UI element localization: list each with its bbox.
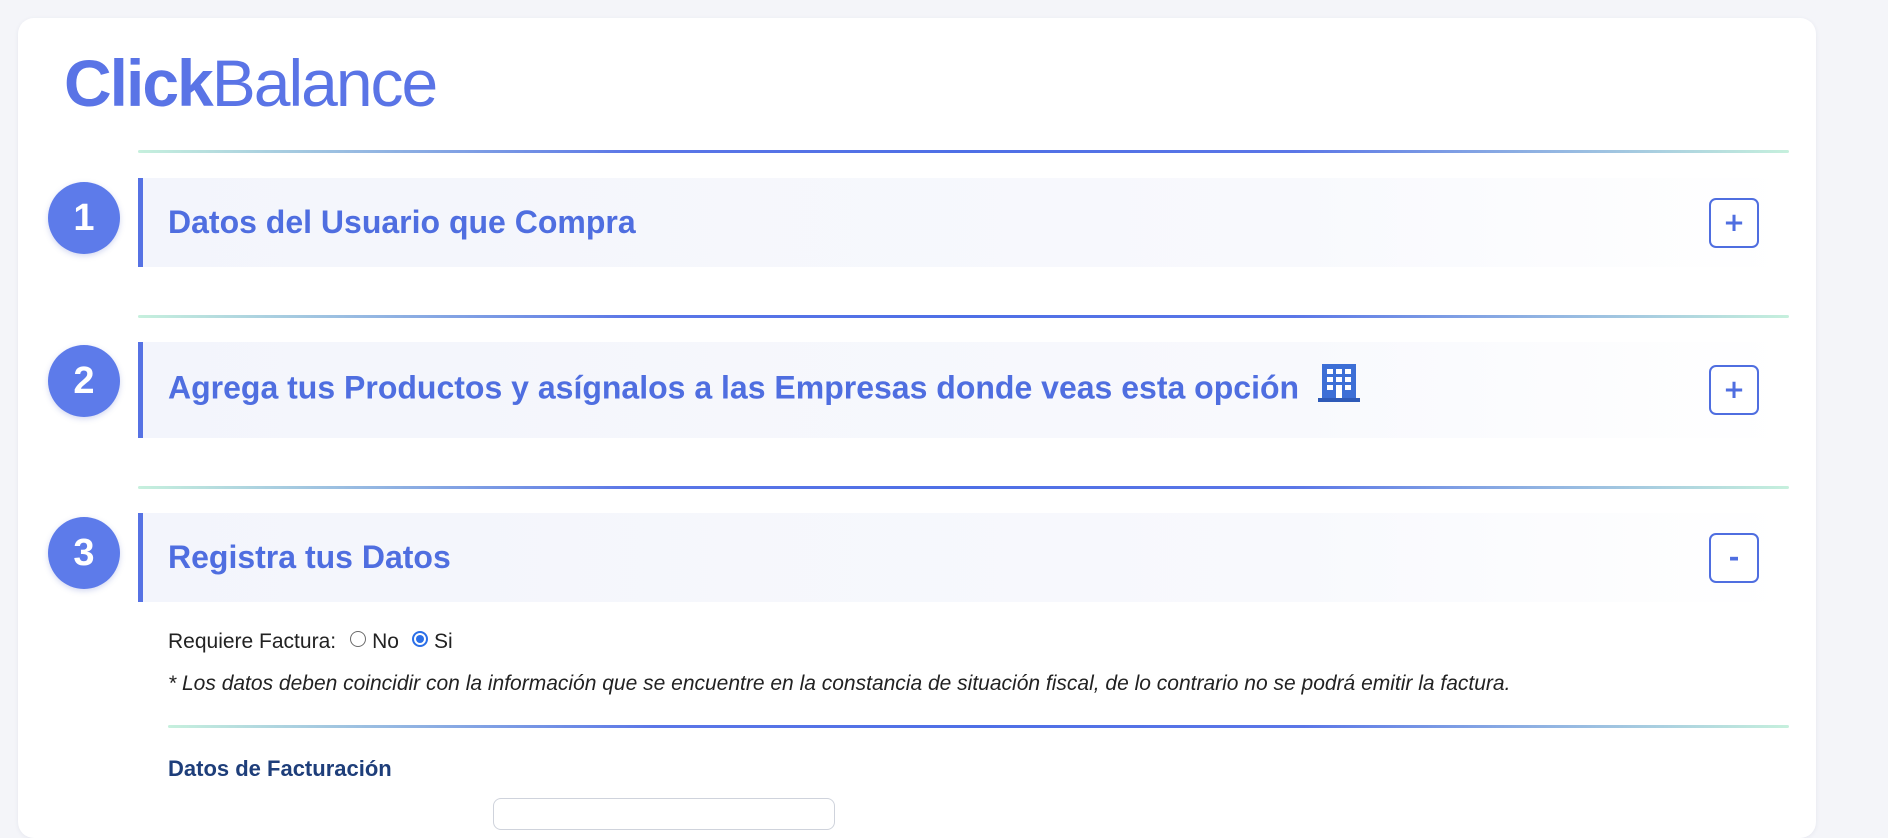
section-title: Registra tus Datos xyxy=(168,539,451,575)
section-title: Agrega tus Productos y asígnalos a las E… xyxy=(168,363,1362,414)
section-header-register-data[interactable]: Registra tus Datos - xyxy=(138,513,1788,602)
invoice-yes-radio[interactable] xyxy=(411,631,428,647)
billing-input-field[interactable] xyxy=(493,798,835,830)
expand-button[interactable]: + xyxy=(1709,197,1759,248)
section-header-products[interactable]: Agrega tus Productos y asígnalos a las E… xyxy=(138,342,1788,438)
logo-bold-text: Click xyxy=(64,46,214,120)
invoice-yes-label[interactable]: Si xyxy=(434,630,453,654)
fiscal-data-note: * Los datos deben coincidir con la infor… xyxy=(168,672,1511,695)
expand-button[interactable]: + xyxy=(1709,365,1759,415)
building-icon xyxy=(1316,363,1362,411)
clickbalance-logo: ClickBalance xyxy=(64,50,438,116)
section-title: Datos del Usuario que Compra xyxy=(168,204,636,240)
requires-invoice-row: Requiere Factura: No Si xyxy=(168,630,466,654)
step-number-3: 3 xyxy=(48,517,120,589)
section-divider xyxy=(138,150,1789,153)
section-divider xyxy=(138,315,1789,318)
invoice-no-label[interactable]: No xyxy=(372,630,399,654)
section-title-text: Agrega tus Productos y asígnalos a las E… xyxy=(168,369,1300,406)
logo-light-text: Balance xyxy=(211,46,439,120)
invoice-no-radio[interactable] xyxy=(350,631,367,647)
step-number-1: 1 xyxy=(48,182,120,254)
billing-divider xyxy=(168,725,1789,728)
section-divider xyxy=(138,486,1789,489)
section-header-user-data[interactable]: Datos del Usuario que Compra + xyxy=(138,178,1788,267)
page-gutter xyxy=(1828,0,1888,804)
step-number-2: 2 xyxy=(48,345,120,417)
requires-invoice-label: Requiere Factura: xyxy=(168,630,337,653)
billing-data-heading: Datos de Facturación xyxy=(168,756,392,781)
collapse-button[interactable]: - xyxy=(1709,532,1759,583)
